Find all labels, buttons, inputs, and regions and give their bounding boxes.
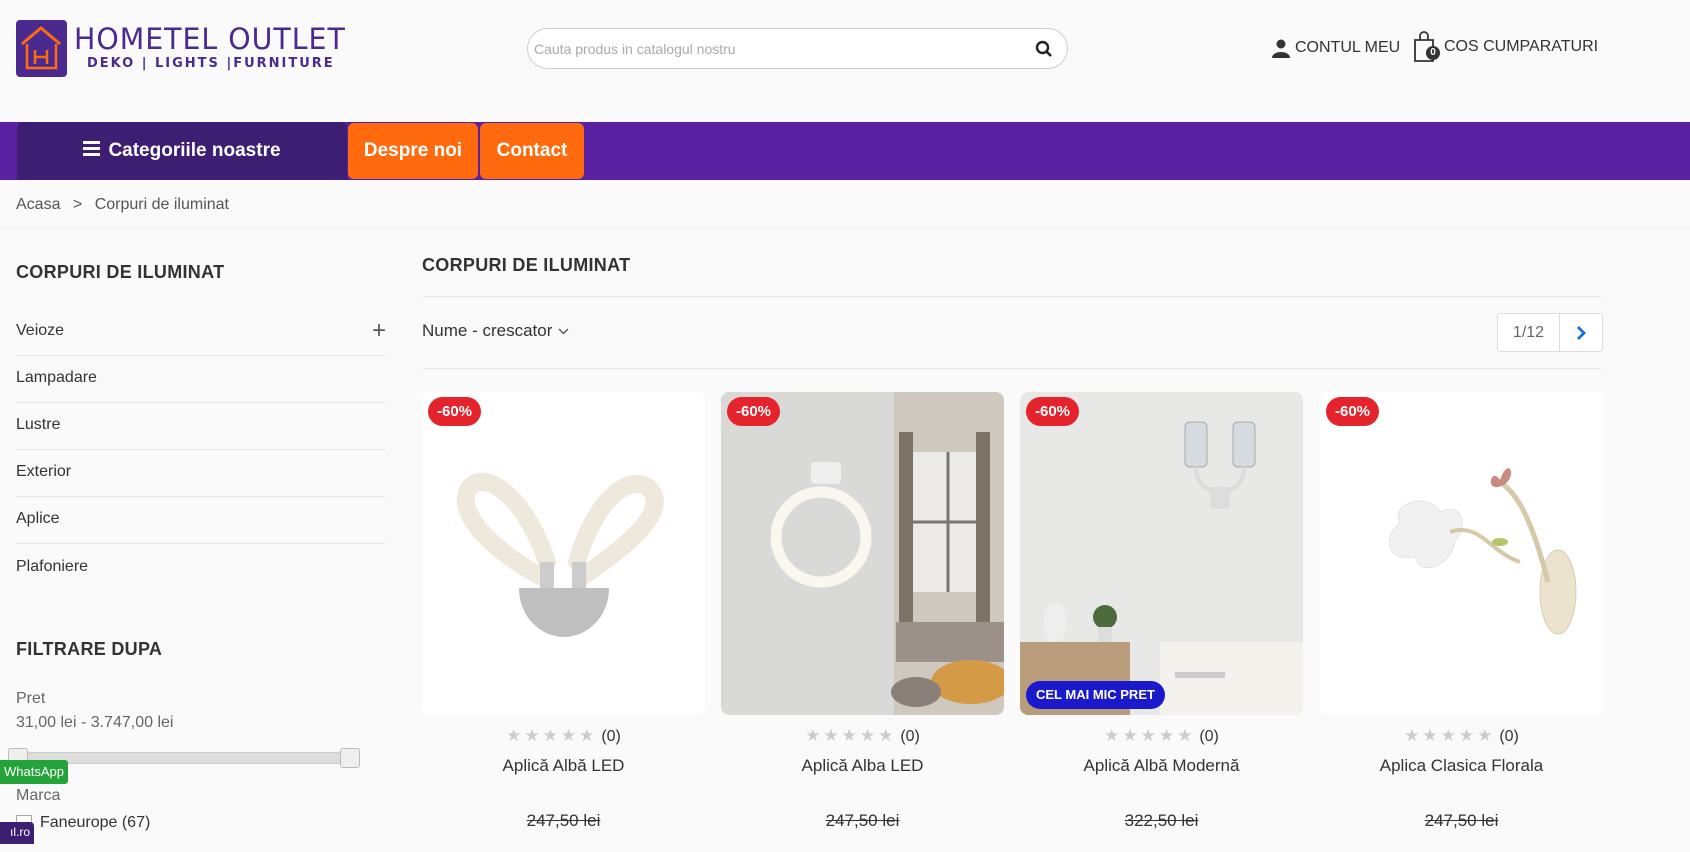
- chevron-down-icon: [558, 328, 569, 334]
- user-icon: [1272, 39, 1290, 58]
- sidebar-item-veioze[interactable]: Veioze +: [16, 309, 386, 356]
- rating: ★★★★★ (0): [1020, 726, 1303, 746]
- whatsapp-button[interactable]: WhatsApp: [0, 760, 68, 784]
- old-price: 247,50 lei: [825, 811, 900, 830]
- product-name[interactable]: Aplică Albă LED: [422, 756, 705, 776]
- divider: [422, 368, 1602, 369]
- discount-badge: -60%: [428, 397, 482, 426]
- product-image[interactable]: [721, 392, 1004, 715]
- product-card[interactable]: -60% CEL MAI MIC PRET ★★★★★ (0) Aplică Al…: [1020, 392, 1303, 852]
- old-price: 247,50 lei: [526, 811, 601, 830]
- rating: ★★★★★ (0): [1320, 726, 1603, 746]
- star-rating-icon: ★★★★★: [805, 726, 897, 745]
- cart-label: COS CUMPARATURI: [1444, 38, 1599, 55]
- sidebar-item-label: Exterior: [16, 463, 72, 480]
- star-rating-icon: ★★★★★: [1104, 726, 1196, 745]
- rating: ★★★★★ (0): [721, 726, 1004, 746]
- nav-about-button[interactable]: Despre noi: [348, 123, 478, 179]
- product-card[interactable]: -60% ★★★★★ (0) Aplică Albă LED 247,50 lei: [422, 392, 705, 852]
- search-bar: [527, 28, 1068, 69]
- hamburger-icon: [83, 140, 101, 162]
- breadcrumb-home[interactable]: Acasa: [16, 196, 60, 213]
- brand-name: HOMETEL OUTLET: [74, 22, 346, 56]
- next-page-button[interactable]: [1560, 314, 1602, 351]
- discount-badge: -60%: [1026, 397, 1080, 426]
- sidebar-item-label: Lampadare: [16, 369, 97, 386]
- price-range-value: 31,00 lei - 3.747,00 lei: [16, 714, 174, 731]
- account-label: CONTUL MEU: [1295, 39, 1401, 56]
- page-indicator: 1/12: [1498, 314, 1560, 351]
- price-slider-max-handle[interactable]: [340, 748, 360, 768]
- divider: [0, 228, 1690, 229]
- chevron-right-icon: [1576, 325, 1586, 340]
- sidebar-item-label: Plafoniere: [16, 557, 89, 575]
- account-link[interactable]: CONTUL MEU: [1271, 36, 1400, 60]
- sidebar-item-label: Lustre: [16, 416, 61, 433]
- discount-badge: -60%: [727, 397, 781, 426]
- old-price: 247,50 lei: [1424, 811, 1499, 830]
- search-input[interactable]: [534, 37, 1014, 61]
- product-image[interactable]: [422, 392, 705, 715]
- floating-site-badge[interactable]: ıl.ro: [0, 822, 34, 844]
- nav-contact-button[interactable]: Contact: [480, 123, 584, 179]
- sort-dropdown[interactable]: Nume - crescator: [422, 321, 569, 341]
- sidebar-item-lustre[interactable]: Lustre: [16, 403, 386, 450]
- cart-link[interactable]: 0 COS CUMPARATURI: [1412, 30, 1598, 64]
- product-image[interactable]: [1320, 392, 1603, 715]
- logo-house-icon: [16, 20, 67, 77]
- sidebar-category-list: Veioze + Lampadare Lustre Exterior Aplic…: [16, 309, 386, 591]
- price-filter-label: Pret: [16, 690, 46, 707]
- review-count: (0): [1199, 728, 1219, 745]
- brand-option-label: Faneurope (67): [40, 814, 151, 831]
- brand-filter-option[interactable]: Faneurope (67): [16, 814, 150, 832]
- expand-plus-icon[interactable]: +: [372, 319, 386, 343]
- sort-label: Nume - crescator: [422, 321, 553, 340]
- product-name[interactable]: Aplică Albă Modernă: [1020, 756, 1303, 776]
- breadcrumb-separator: >: [72, 196, 83, 213]
- brand-tagline: DEKO | LIGHTS |FURNITURE: [87, 56, 335, 71]
- review-count: (0): [900, 728, 920, 745]
- sidebar-item-plafoniere[interactable]: Plafoniere: [16, 544, 386, 591]
- review-count: (0): [601, 728, 621, 745]
- divider: [422, 296, 1602, 297]
- product-name[interactable]: Aplică Alba LED: [721, 756, 1004, 776]
- filter-title: FILTRARE DUPA: [16, 639, 163, 659]
- breadcrumb: Acasa > Corpuri de iluminat: [16, 196, 237, 214]
- header: HOMETEL OUTLET DEKO | LIGHTS |FURNITURE …: [0, 0, 1690, 122]
- sidebar-item-label: Veioze: [16, 322, 65, 339]
- sidebar-item-exterior[interactable]: Exterior: [16, 450, 386, 497]
- star-rating-icon: ★★★★★: [1404, 726, 1496, 745]
- page-title: CORPURI DE ILUMINAT: [422, 255, 631, 275]
- breadcrumb-current: Corpuri de iluminat: [94, 196, 229, 213]
- sidebar-item-label: Aplice: [16, 510, 60, 527]
- search-icon[interactable]: [1035, 40, 1053, 58]
- star-rating-icon: ★★★★★: [506, 726, 598, 745]
- discount-badge: -60%: [1326, 397, 1380, 426]
- shopping-bag-icon: 0: [1412, 31, 1440, 63]
- review-count: (0): [1499, 728, 1519, 745]
- pagination: 1/12: [1497, 313, 1603, 352]
- product-card[interactable]: -60% ★★★★★ (0) Aplică Alba LED 247,50 lei: [721, 392, 1004, 852]
- sidebar-item-aplice[interactable]: Aplice: [16, 497, 386, 544]
- sidebar-title: CORPURI DE ILUMINAT: [16, 262, 225, 282]
- categories-label: Categoriile noastre: [108, 140, 281, 161]
- cart-count-badge: 0: [1426, 46, 1440, 60]
- product-name[interactable]: Aplica Clasica Florala: [1320, 756, 1603, 776]
- main-nav: Categoriile noastre Despre noi Contact: [0, 122, 1690, 180]
- old-price: 322,50 lei: [1124, 811, 1199, 830]
- categories-menu-button[interactable]: Categoriile noastre: [17, 122, 347, 180]
- lowest-price-badge: CEL MAI MIC PRET: [1026, 681, 1165, 709]
- sidebar-item-lampadare[interactable]: Lampadare: [16, 356, 386, 403]
- product-card[interactable]: -60% ★★★★★ (0) Aplica Clasica Florala 247…: [1320, 392, 1603, 852]
- product-image[interactable]: [1020, 392, 1303, 715]
- rating: ★★★★★ (0): [422, 726, 705, 746]
- brand-filter-label: Marca: [16, 787, 61, 804]
- logo[interactable]: HOMETEL OUTLET DEKO | LIGHTS |FURNITURE: [16, 20, 345, 80]
